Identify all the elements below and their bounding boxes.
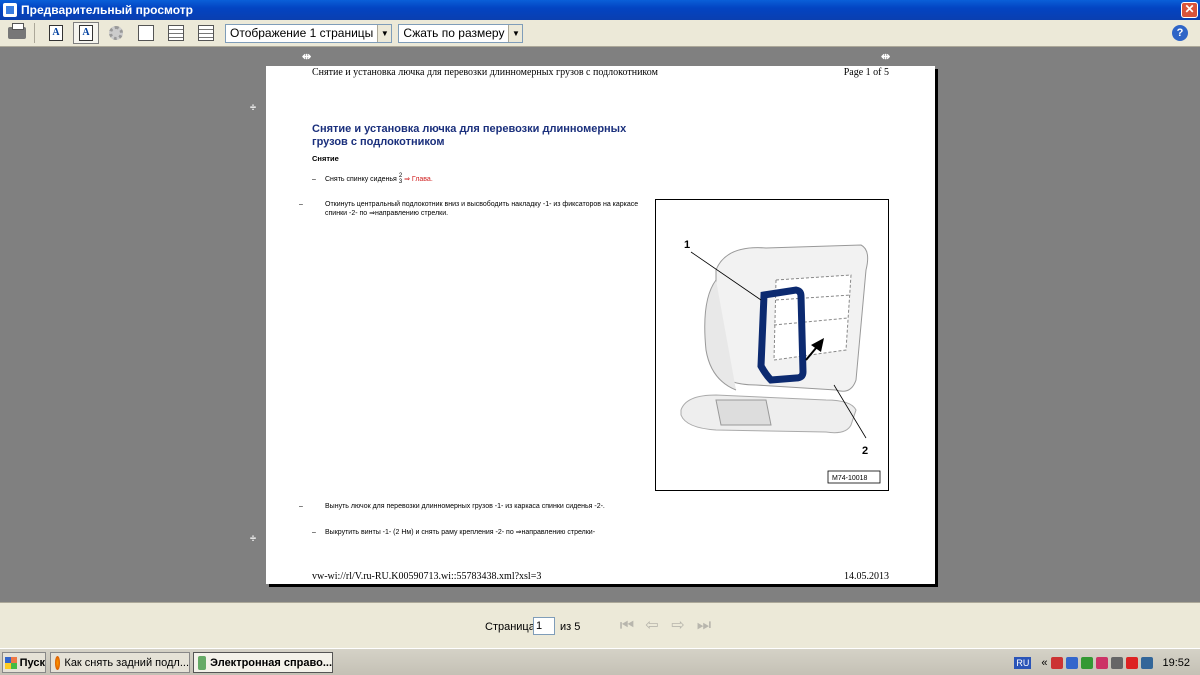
bottom-margin-marker[interactable]: ÷ xyxy=(250,533,256,545)
clock: 19:52 xyxy=(1162,656,1190,669)
step-4: – Выкрутить винты -1- (2 Нм) и снять раму… xyxy=(312,529,596,536)
taskbar-item-browser[interactable]: Как снять задний подл... xyxy=(50,652,190,673)
start-button[interactable]: Пуск xyxy=(2,652,46,673)
first-page-icon: ⏮ xyxy=(619,617,635,634)
taskbar: Пуск Как снять задний подл... Электронна… xyxy=(0,648,1200,675)
seat-back-illustration: 1 2 M74-10018 xyxy=(680,239,881,484)
chevron-down-icon: ▼ xyxy=(508,24,523,42)
printer-icon xyxy=(8,23,26,39)
page-footer-date: 14.05.2013 xyxy=(844,571,889,582)
fraction: 23 xyxy=(398,173,403,185)
page-footer-url: vw-wi://rl/V.ru-RU.K00590713.wi::5578343… xyxy=(312,571,542,582)
shield-icon[interactable] xyxy=(1066,656,1079,669)
page-fit-icon xyxy=(198,25,214,41)
first-page-button[interactable]: ⏮ xyxy=(618,617,636,635)
print-button[interactable] xyxy=(4,22,30,44)
firefox-icon xyxy=(55,655,61,670)
right-margin-marker[interactable]: ⇹ xyxy=(881,50,890,63)
page-navigation-bar: Страница 1 из 5 ⏮ ⇦ ⇨ ⏭ xyxy=(0,602,1200,648)
power-icon[interactable] xyxy=(1111,656,1124,669)
system-tray: RU « 19:52 xyxy=(1014,651,1200,674)
title-bar: Предварительный просмотр ✕ xyxy=(0,0,1200,20)
document-title: Снятие и установка лючка для перевозки д… xyxy=(312,123,627,148)
toolbar: A A Отображение 1 страницы ▼ Сжать по ра… xyxy=(0,20,1200,47)
settings-icon xyxy=(109,26,123,40)
page-number-input[interactable]: 1 xyxy=(533,617,555,635)
taskbar-item-help[interactable]: Электронная справо... xyxy=(193,652,333,673)
page-count-label: из 5 xyxy=(560,621,581,633)
zoom-select[interactable]: Сжать по размеру ▼ xyxy=(398,23,524,43)
page-view-select[interactable]: Отображение 1 страницы ▼ xyxy=(225,23,393,43)
close-button[interactable]: ✕ xyxy=(1181,2,1198,18)
font-a-pressed-icon: A xyxy=(79,25,93,41)
font-a-icon: A xyxy=(49,25,63,41)
window-title: Предварительный просмотр xyxy=(21,3,193,17)
arrow-left-icon: ⇦ xyxy=(645,617,659,634)
page-header-title: Снятие и установка лючка для перевозки д… xyxy=(312,67,658,78)
toolbar-separator xyxy=(34,23,35,43)
chevron-down-icon: ▼ xyxy=(377,24,392,42)
chapter-link[interactable]: ⇒ Глава. xyxy=(404,176,433,183)
top-margin-marker[interactable]: ÷ xyxy=(250,102,256,114)
page-fit-button[interactable] xyxy=(193,22,219,44)
single-page-icon xyxy=(138,25,154,41)
app-icon xyxy=(3,3,17,17)
bluetooth-icon[interactable] xyxy=(1141,656,1154,669)
help-icon[interactable]: ? xyxy=(1172,25,1188,41)
page-width-icon xyxy=(168,25,184,41)
windows-logo-icon xyxy=(5,656,17,669)
figure-label-2: 2 xyxy=(862,445,868,457)
prev-page-button[interactable]: ⇦ xyxy=(643,617,661,635)
next-page-button[interactable]: ⇨ xyxy=(669,617,687,635)
figure-image: 1 2 M74-10018 xyxy=(655,199,889,491)
step-1: – Снять спинку сиденья 23 ⇒ Глава. xyxy=(312,173,433,185)
update-icon[interactable] xyxy=(1096,656,1109,669)
settings-button[interactable] xyxy=(103,22,129,44)
section-heading: Снятие xyxy=(312,154,339,163)
language-indicator[interactable]: RU xyxy=(1014,656,1032,669)
arrow-right-icon: ⇨ xyxy=(671,617,685,634)
step-3: – Вынуть лючок для перевозки длинномерных… xyxy=(299,503,605,510)
font-pressed-button[interactable]: A xyxy=(73,22,99,44)
app-icon xyxy=(198,655,207,670)
step-2: – Откинуть центральный подлокотник вниз и… xyxy=(299,201,639,217)
volume-icon[interactable] xyxy=(1081,656,1094,669)
single-page-button[interactable] xyxy=(133,22,159,44)
last-page-button[interactable]: ⏭ xyxy=(695,617,713,635)
last-page-icon: ⏭ xyxy=(696,617,712,634)
page-header-number: Page 1 of 5 xyxy=(843,67,889,78)
figure-label-1: 1 xyxy=(684,239,690,251)
font-button[interactable]: A xyxy=(43,22,69,44)
figure-code: M74-10018 xyxy=(832,475,868,482)
left-margin-marker[interactable]: ⇹ xyxy=(302,50,311,63)
antivirus-icon[interactable] xyxy=(1126,656,1139,669)
preview-page: Снятие и установка лючка для перевозки д… xyxy=(266,66,935,584)
network-icon[interactable] xyxy=(1051,656,1064,669)
page-label: Страница xyxy=(485,621,535,633)
page-width-button[interactable] xyxy=(163,22,189,44)
tray-expand-icon[interactable]: « xyxy=(1041,657,1047,669)
